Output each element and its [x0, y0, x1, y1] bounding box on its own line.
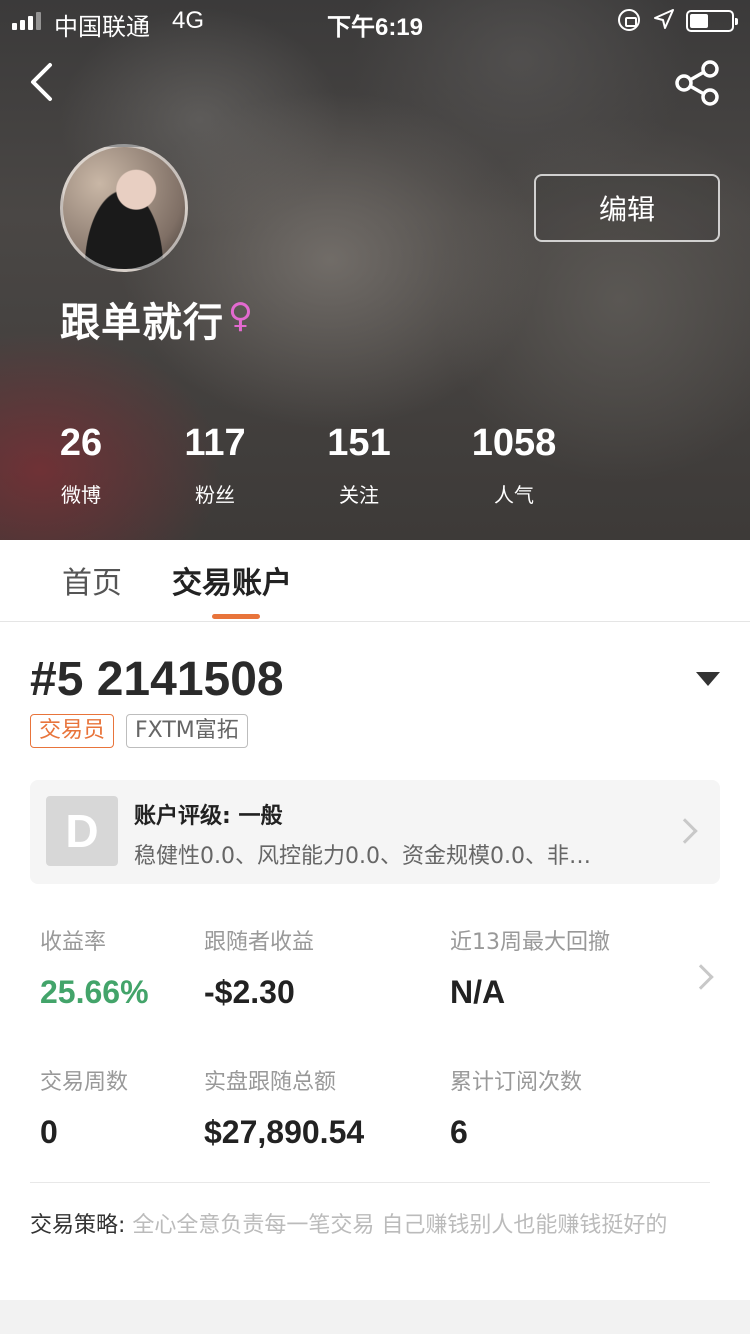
- metric-value-return-rate: 25.66%: [40, 974, 149, 1010]
- active-tab-indicator: [212, 614, 260, 619]
- metric-label-return-rate: 收益率: [40, 930, 107, 955]
- strategy-label: 交易策略:: [30, 1213, 126, 1238]
- trading-strategy: 交易策略: 全心全意负责每一笔交易 自己赚钱别人也能赚钱挺好的: [30, 1206, 720, 1246]
- battery-icon: [686, 10, 738, 32]
- section-separator: [0, 1300, 750, 1334]
- metric-label-follow-total: 实盘跟随总额: [204, 1070, 337, 1095]
- rating-detail: 稳健性0.0、风控能力0.0、资金规模0.0、非…: [134, 844, 591, 869]
- tab-home[interactable]: 首页: [62, 558, 122, 602]
- profile-header: 中国联通 4G 下午6:19 编辑 跟单就行 ♀ 26 微博 117 粉丝 15…: [0, 0, 750, 540]
- back-icon[interactable]: [24, 62, 64, 102]
- account-id: #5 2141508: [30, 653, 284, 706]
- account-rating-card[interactable]: D 账户评级: 一般 稳健性0.0、风控能力0.0、资金规模0.0、非…: [30, 780, 720, 884]
- stat-following[interactable]: 151 关注: [324, 422, 394, 508]
- metric-value-follower-profit: -$2.30: [204, 974, 295, 1010]
- metric-value-follow-total: $27,890.54: [204, 1114, 365, 1150]
- edit-button[interactable]: 编辑: [534, 174, 720, 242]
- metric-label-subscriptions: 累计订阅次数: [450, 1070, 583, 1095]
- stat-label: 关注: [339, 483, 379, 507]
- location-icon: [654, 9, 674, 29]
- trader-tag: 交易员: [30, 714, 115, 748]
- female-icon: ♀: [228, 296, 253, 336]
- stat-value: 26: [59, 422, 103, 464]
- stat-weibo[interactable]: 26 微博: [50, 422, 112, 508]
- broker-tag: FXTM富拓: [126, 714, 248, 748]
- avatar[interactable]: [60, 144, 188, 272]
- stat-value: 1058: [471, 422, 557, 464]
- metric-value-trading-weeks: 0: [40, 1114, 58, 1150]
- chevron-right-icon: [672, 818, 698, 844]
- chevron-right-icon[interactable]: [688, 964, 714, 990]
- metric-label-trading-weeks: 交易周数: [40, 1070, 129, 1095]
- share-icon[interactable]: [672, 60, 722, 106]
- stat-popularity[interactable]: 1058 人气: [464, 422, 564, 508]
- metric-label-max-drawdown: 近13周最大回撤: [450, 930, 610, 955]
- stat-value: 151: [327, 422, 391, 464]
- metric-label-follower-profit: 跟随者收益: [204, 930, 315, 955]
- status-bar: 中国联通 4G 下午6:19: [0, 0, 750, 41]
- rating-grade-badge: D: [46, 796, 118, 866]
- rating-title: 账户评级: 一般: [134, 804, 283, 829]
- stat-value: 117: [184, 422, 246, 464]
- metric-value-subscriptions: 6: [450, 1114, 468, 1150]
- orientation-lock-icon: [618, 9, 640, 31]
- metric-value-max-drawdown: N/A: [450, 974, 506, 1010]
- stat-label: 人气: [494, 483, 534, 507]
- tab-trading-account[interactable]: 交易账户: [172, 558, 292, 602]
- divider: [30, 1182, 710, 1183]
- strategy-text: 全心全意负责每一笔交易 自己赚钱别人也能赚钱挺好的: [132, 1213, 668, 1238]
- profile-tabs: 首页 交易账户: [0, 540, 750, 622]
- stat-label: 微博: [61, 483, 101, 507]
- username: 跟单就行: [60, 300, 224, 346]
- dropdown-icon[interactable]: [696, 672, 720, 686]
- stat-fans[interactable]: 117 粉丝: [180, 422, 250, 508]
- stat-label: 粉丝: [195, 483, 235, 507]
